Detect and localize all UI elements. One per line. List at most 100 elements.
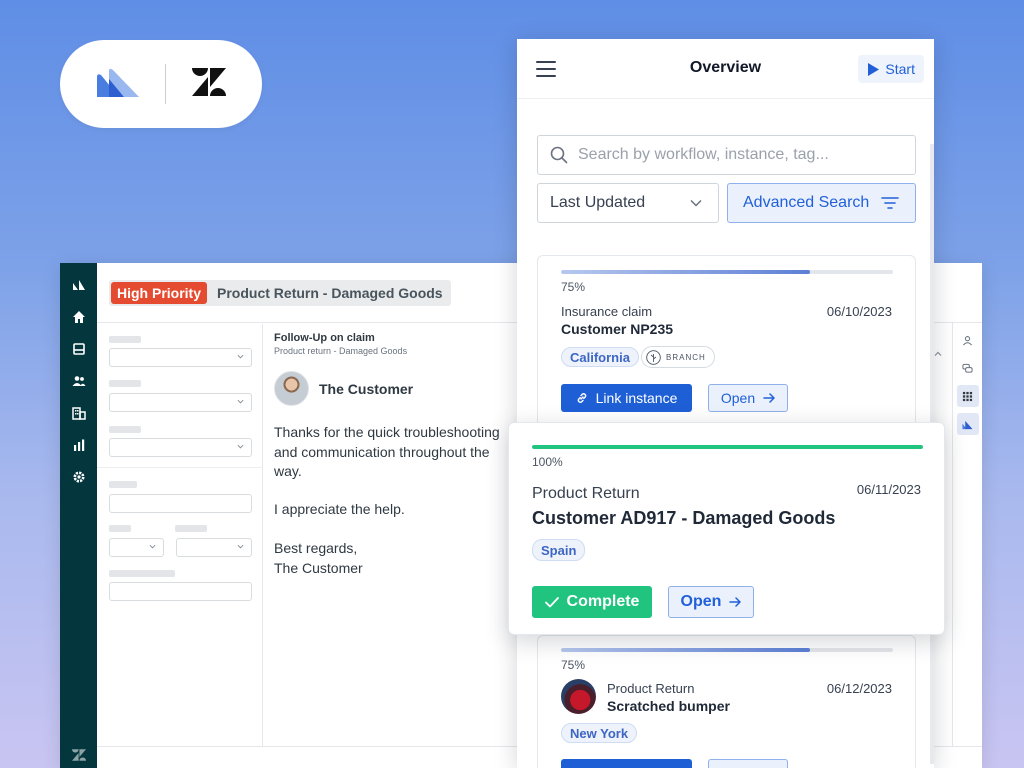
sort-select-value: Last Updated (550, 194, 646, 211)
progress-bar (561, 648, 893, 652)
filter-icon (881, 197, 900, 209)
field-dropdown[interactable] (176, 538, 252, 557)
app-logo-icon (96, 67, 139, 102)
field-label-placeholder (109, 380, 141, 387)
apps-grid-icon[interactable] (956, 385, 979, 407)
complete-button-label: Complete (566, 593, 640, 610)
customer-avatar (274, 371, 309, 406)
chevron-down-icon (149, 544, 156, 549)
open-button[interactable]: Open (668, 586, 754, 618)
checkmark-icon (544, 596, 559, 607)
field-dropdown[interactable] (109, 538, 164, 557)
open-button[interactable] (708, 759, 788, 768)
organizations-icon[interactable] (60, 397, 97, 429)
settings-gear-icon[interactable] (60, 461, 97, 493)
advanced-search-button[interactable]: Advanced Search (727, 183, 916, 223)
link-instance-button[interactable] (561, 759, 692, 768)
instance-card[interactable]: 75% Product Return 06/12/2023 Scratched … (537, 635, 916, 768)
customer-name: The Customer (319, 381, 414, 397)
progress-label: 75% (561, 280, 586, 294)
message-paragraph: Thanks for the quick troubleshooting and… (274, 424, 500, 479)
home-icon[interactable] (60, 301, 97, 333)
progress-fill (561, 270, 810, 274)
chevron-down-icon (237, 544, 244, 549)
location-tag[interactable]: New York (561, 723, 638, 743)
instance-name: Scratched bumper (607, 698, 730, 714)
branch-tag-label: BRANCH (666, 352, 706, 362)
field-label-placeholder (175, 525, 207, 532)
overview-header: Overview Start (517, 39, 934, 99)
ticket-title: Product Return - Damaged Goods (217, 285, 443, 301)
conversation-subject: Follow-Up on claim (274, 332, 375, 344)
open-button-label: Open (720, 390, 756, 406)
field-divider (97, 467, 263, 468)
logo-divider (164, 64, 166, 104)
conversation-subtitle: Product return - Damaged Goods (274, 346, 408, 356)
field-dropdown[interactable] (109, 348, 252, 367)
tickets-icon[interactable] (60, 333, 97, 365)
arrow-right-icon (763, 393, 775, 403)
start-button-label: Start (885, 61, 915, 77)
field-dropdown[interactable] (109, 393, 252, 412)
field-text-input[interactable] (109, 494, 252, 513)
progress-bar (532, 445, 923, 449)
message-signature: Best regards, The Customer (274, 540, 363, 576)
logo-pill (60, 40, 262, 128)
arrow-right-icon (729, 597, 742, 607)
ticket-tab[interactable]: High Priority Product Return - Damaged G… (109, 280, 451, 306)
branch-tag[interactable]: BRANCH (641, 346, 715, 368)
instance-name: Customer AD917 - Damaged Goods (532, 508, 836, 528)
users-icon[interactable] (60, 365, 97, 397)
field-label-placeholder (109, 336, 141, 343)
workflow-app-icon[interactable] (956, 413, 979, 435)
overview-panel: Overview Start Last Updated Advanced Sea… (517, 39, 934, 768)
instance-card[interactable]: 75% Insurance claim 06/10/2023 Customer … (537, 255, 916, 435)
field-label-placeholder (109, 481, 137, 488)
instance-date: 06/11/2023 (856, 482, 921, 497)
field-label-placeholder (109, 426, 141, 433)
message-paragraph: I appreciate the help. (274, 501, 405, 517)
instance-type: Product Return (607, 681, 695, 696)
start-button[interactable]: Start (858, 55, 924, 83)
instance-date: 06/10/2023 (826, 304, 892, 319)
field-label-placeholder (109, 525, 131, 532)
ticket-fields-panel (97, 324, 263, 747)
field-text-input[interactable] (109, 582, 252, 601)
chevron-down-icon (237, 354, 244, 359)
progress-bar (561, 270, 893, 274)
sort-select[interactable]: Last Updated (537, 183, 719, 223)
chat-bubbles-icon[interactable] (957, 357, 979, 379)
link-instance-label: Link instance (595, 390, 678, 406)
progress-fill (532, 445, 923, 449)
progress-label: 75% (561, 658, 586, 672)
link-instance-button[interactable]: Link instance (561, 384, 692, 412)
field-dropdown[interactable] (109, 438, 252, 457)
progress-label: 100% (532, 455, 563, 469)
link-icon (577, 393, 586, 403)
zendesk-mark-icon[interactable] (60, 269, 97, 301)
featured-instance-card[interactable]: 100% Product Return 06/11/2023 Customer … (508, 422, 945, 635)
zendesk-sidebar (60, 263, 97, 768)
advanced-search-label: Advanced Search (743, 194, 870, 211)
chevron-down-icon (237, 399, 244, 404)
progress-fill (561, 648, 810, 652)
user-profile-icon[interactable] (957, 329, 979, 351)
complete-button[interactable]: Complete (532, 586, 652, 618)
search-input[interactable] (578, 146, 915, 164)
open-button[interactable]: Open (708, 384, 788, 412)
conversation-panel: Follow-Up on claim Product return - Dama… (274, 324, 524, 747)
instance-date: 06/12/2023 (826, 681, 892, 696)
car-thumbnail (561, 679, 596, 714)
location-tag[interactable]: Spain (532, 539, 586, 561)
search-box[interactable] (537, 135, 916, 175)
open-button-label: Open (680, 593, 722, 610)
zendesk-logo-icon (191, 67, 226, 101)
chevron-up-icon[interactable] (934, 350, 942, 358)
field-label-placeholder (109, 570, 175, 577)
reporting-icon[interactable] (60, 429, 97, 461)
chevron-down-icon (690, 199, 702, 207)
location-tag[interactable]: California (561, 347, 639, 367)
zendesk-footer-logo-icon (60, 742, 97, 768)
branch-leaf-icon (646, 349, 661, 365)
play-icon (868, 62, 880, 76)
